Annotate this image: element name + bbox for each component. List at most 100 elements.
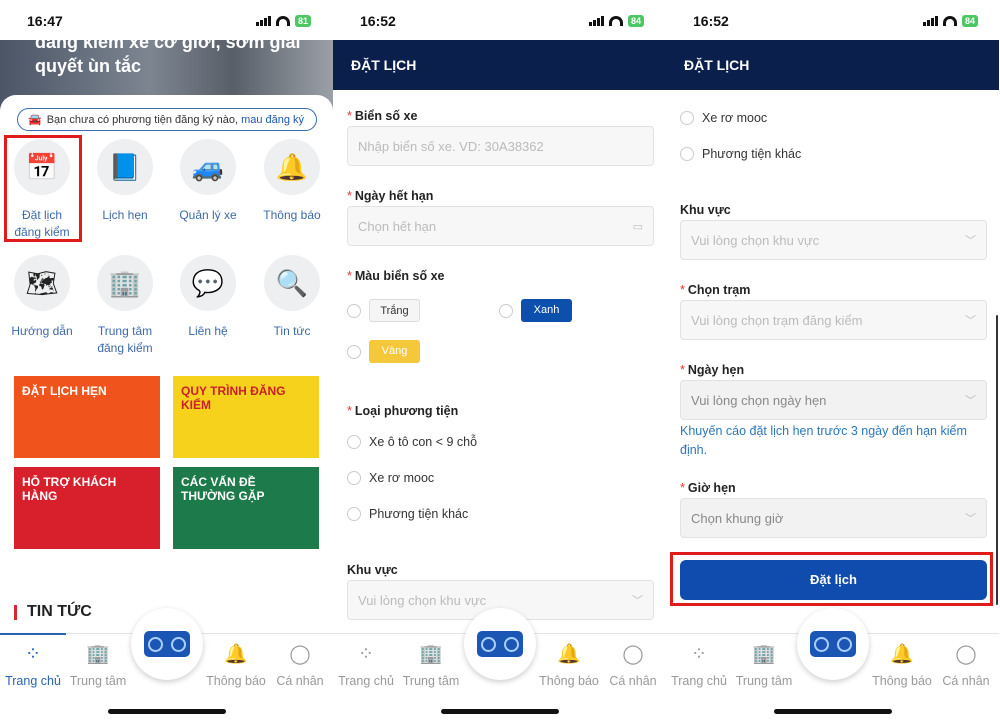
promo-banner[interactable]: CÁC VẤN ĐỀ THƯỜNG GẶP: [173, 467, 319, 549]
status-time: 16:52: [360, 13, 396, 29]
active-tab-indicator: [0, 633, 66, 635]
nav-item-0[interactable]: ⁘ Trang chủ: [333, 644, 399, 688]
home-indicator: [441, 709, 559, 714]
promo-banner[interactable]: ĐẶT LỊCH HẸN: [14, 376, 160, 458]
vehicle-type-radio-trailer[interactable]: Xe rơ mooc: [680, 111, 767, 125]
chevron-down-icon: ﹀: [632, 595, 643, 607]
nav-label: Trang chủ: [5, 674, 61, 688]
bottom-nav: ⁘ Trang chủ 🏢 Trung tâm 🔔 Thông báo ◯ Cá nhân: [333, 608, 666, 721]
nav-item-3[interactable]: ◯ Cá nhân: [267, 644, 333, 688]
chevron-down-icon: ﹀: [965, 235, 976, 247]
tile-6[interactable]: 💬 Liên hệ: [166, 255, 250, 340]
nav-label: Trung tâm: [69, 674, 127, 688]
chat-bubbles-icon: 💬: [180, 255, 236, 311]
plate-color-yellow-radio[interactable]: Vàng: [347, 340, 420, 363]
status-time: 16:52: [693, 13, 729, 29]
nav-label: Cá nhân: [609, 674, 657, 688]
vehicle-type-radio-other[interactable]: Phương tiện khác: [347, 507, 468, 521]
bell-icon: 🔔: [224, 644, 248, 665]
date-label: * Ngày hẹn: [680, 363, 745, 377]
center-scan-button[interactable]: [464, 608, 536, 680]
hero-title-line1: đăng kiểm xe cơ giới, sớm giải: [35, 32, 301, 52]
expiry-label: * Ngày hết hạn: [347, 189, 434, 203]
nav-label: Trung tâm: [402, 674, 460, 688]
scrollbar[interactable]: [996, 315, 998, 605]
tile-7[interactable]: 🔍 Tin tức: [250, 255, 333, 340]
building-icon: 🏢: [86, 644, 110, 665]
nav-item-2[interactable]: 🔔 Thông báo: [536, 644, 602, 688]
tile-label: Quản lý xe: [179, 208, 237, 222]
tile-4[interactable]: 🗺 Hướng dẫn: [0, 255, 84, 340]
plate-input[interactable]: Nhập biển số xe. VD: 30A38362: [347, 126, 654, 166]
tile-5[interactable]: 🏢 Trung tâm đăng kiểm: [83, 255, 167, 357]
plate-color-white-radio[interactable]: Trắng: [347, 299, 420, 322]
time-slot-select[interactable]: Chọn khung giờ ﹀: [680, 498, 987, 538]
plate-color-blue-radio[interactable]: Xanh: [499, 299, 572, 322]
region-select[interactable]: Vui lòng chọn khu vực ﹀: [680, 220, 987, 260]
register-vehicle-notice[interactable]: 🚘 Bạn chưa có phương tiện đăng ký nào, m…: [17, 108, 317, 131]
building-icon: 🏢: [419, 644, 443, 665]
region-placeholder: Vui lòng chọn khu vực: [691, 232, 820, 248]
date-select[interactable]: Vui lòng chọn ngày hẹn ﹀: [680, 380, 987, 420]
user-icon: ◯: [622, 644, 644, 665]
nav-label: Cá nhân: [276, 674, 324, 688]
nav-item-3[interactable]: ◯ Cá nhân: [600, 644, 666, 688]
plate-label: * Biển số xe: [347, 109, 418, 123]
center-scan-button[interactable]: [797, 608, 869, 680]
nav-item-0[interactable]: ⁘ Trang chủ: [666, 644, 732, 688]
news-title: TIN TỨC: [27, 603, 92, 620]
nav-item-1[interactable]: 🏢 Trung tâm: [398, 644, 464, 688]
station-select[interactable]: Vui lòng chọn trạm đăng kiểm ﹀: [680, 300, 987, 340]
promo-banner[interactable]: HỖ TRỢ KHÁCH HÀNG: [14, 467, 160, 549]
nav-label: Thông báo: [872, 674, 932, 688]
center-scan-button[interactable]: [131, 608, 203, 680]
chevron-down-icon: ﹀: [965, 513, 976, 525]
tile-label: Thông báo: [263, 208, 321, 222]
plate-placeholder: Nhập biển số xe. VD: 30A38362: [358, 138, 544, 154]
region-label: Khu vực: [680, 203, 731, 217]
car-icon: 🚘: [28, 114, 42, 126]
status-time: 16:47: [27, 13, 63, 29]
home-indicator: [774, 709, 892, 714]
status-icons: 84: [922, 15, 978, 27]
tile-2[interactable]: 🚙 Quản lý xe: [166, 139, 250, 224]
time-placeholder: Chọn khung giờ: [691, 510, 784, 526]
tile-3[interactable]: 🔔 Thông báo: [250, 139, 333, 224]
building-icon: 🏢: [752, 644, 776, 665]
chip-label: Xanh: [521, 299, 572, 322]
nav-label: Cá nhân: [942, 674, 990, 688]
tile-label: Hướng dẫn: [11, 324, 73, 338]
goggles-icon: [810, 631, 856, 657]
nav-item-1[interactable]: 🏢 Trung tâm: [65, 644, 131, 688]
vehicle-type-label: * Loại phương tiện: [347, 404, 459, 418]
battery-icon: 81: [294, 15, 311, 27]
wifi-icon: [608, 16, 623, 26]
plate-color-label: * Màu biển số xe: [347, 269, 445, 283]
notice-text: Bạn chưa có phương tiện đăng ký nào,: [46, 113, 239, 126]
highlight-box: [670, 552, 993, 606]
nav-item-2[interactable]: 🔔 Thông báo: [203, 644, 269, 688]
building-icon: 🏢: [97, 255, 153, 311]
expiry-date-input[interactable]: Chọn hết hạn ▭: [347, 206, 654, 246]
vehicle-type-radio-trailer[interactable]: Xe rơ mooc: [347, 471, 434, 485]
date-placeholder: Vui lòng chọn ngày hẹn: [691, 392, 827, 408]
tile-label: Liên hệ: [188, 324, 228, 338]
nav-item-0[interactable]: ⁘ Trang chủ: [0, 644, 66, 688]
nav-item-3[interactable]: ◯ Cá nhân: [933, 644, 999, 688]
station-placeholder: Vui lòng chọn trạm đăng kiểm: [691, 312, 863, 328]
vehicle-type-radio-car[interactable]: Xe ô tô con < 9 chỗ: [347, 435, 477, 449]
grid-icon: ⁘: [691, 644, 707, 665]
tile-1[interactable]: 📘 Lịch hẹn: [83, 139, 167, 224]
register-link[interactable]: mau đăng ký: [241, 114, 304, 126]
chip-label: Trắng: [369, 299, 420, 322]
nav-item-2[interactable]: 🔔 Thông báo: [869, 644, 935, 688]
page-title: ĐẶT LỊCH: [666, 40, 999, 90]
nav-item-1[interactable]: 🏢 Trung tâm: [731, 644, 797, 688]
nav-label: Trung tâm: [735, 674, 793, 688]
vehicle-type-radio-other[interactable]: Phương tiện khác: [680, 147, 801, 161]
grid-icon: ⁘: [358, 644, 374, 665]
nav-label: Trang chủ: [338, 674, 394, 688]
notebook-icon: 📘: [97, 139, 153, 195]
tile-label: Lịch hẹn: [102, 208, 148, 222]
promo-banner[interactable]: QUY TRÌNH ĐĂNG KIỂM: [173, 376, 319, 458]
